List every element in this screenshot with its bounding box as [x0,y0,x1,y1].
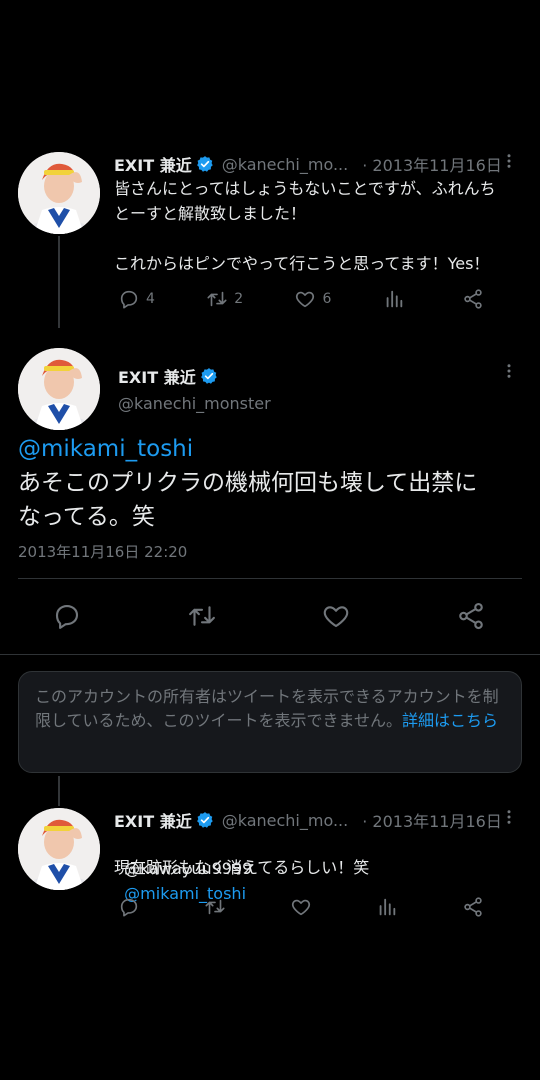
like-count: 6 [322,291,332,307]
tweet-date[interactable]: · 2013年11月16日 [362,808,502,832]
share-button[interactable] [462,896,490,918]
display-name[interactable]: EXIT 兼近 [114,152,192,176]
like-button[interactable]: 6 [294,288,331,310]
verified-icon [196,155,214,173]
share-icon [464,289,482,309]
handle[interactable]: @kanechi_monster [118,394,271,413]
handle[interactable]: @kanechi_mo... [222,155,349,174]
divider [0,654,540,655]
main-tweet-actions [52,601,486,631]
tweet-actions: 4 2 6 [118,288,490,310]
share-icon [459,602,483,630]
share-button[interactable] [456,601,486,631]
analytics-icon [386,290,402,308]
retweet-button[interactable] [204,896,232,918]
retweet-icon [205,899,225,915]
mention-link[interactable]: @mikami_toshi [18,432,193,466]
like-button[interactable] [321,601,351,631]
heart-icon [291,899,311,916]
share-icon [464,897,482,917]
main-tweet-text: あそこのプリクラの機械何回も壊して出禁に なってる。笑 [18,470,478,530]
retweet-count: 2 [234,291,244,307]
tweet-date[interactable]: · 2013年11月16日 [362,152,502,176]
learn-more-link[interactable]: 詳細はこちら [402,711,498,730]
tweet-text: 現在跡形もなく消えてるらしい！笑 [114,858,370,877]
heart-icon [296,291,315,308]
retweet-button[interactable]: 2 [206,288,243,310]
tweet-header: EXIT 兼近 @kanechi_mo... · 2013年11月16日 [114,152,502,176]
avatar[interactable] [18,808,100,890]
views-button[interactable] [383,288,411,310]
share-button[interactable] [462,288,490,310]
display-name[interactable]: EXIT 兼近 [118,364,196,388]
thread-line [58,236,60,328]
main-tweet-header: EXIT 兼近 [118,364,218,388]
thread-line [58,776,60,806]
verified-icon [196,811,214,829]
reply-icon [120,898,138,917]
reply-button[interactable]: 4 [118,288,155,310]
retweet-button[interactable] [187,601,217,631]
reply-button[interactable] [118,896,146,918]
avatar[interactable] [18,348,100,430]
reply-button[interactable] [52,601,82,631]
like-button[interactable] [290,896,318,918]
more-options-icon[interactable] [500,362,518,380]
handle[interactable]: @kanechi_mo... [222,811,349,830]
retweet-icon [188,606,215,626]
avatar[interactable] [18,152,100,234]
tweet-header: EXIT 兼近 @kanechi_mo... · 2013年11月16日 [114,808,502,832]
reply-count: 4 [146,291,155,307]
reply-icon [120,290,138,309]
tweet-timestamp[interactable]: 2013年11月16日 22:20 [18,541,187,562]
tweet-actions [118,896,490,918]
display-name[interactable]: EXIT 兼近 [114,808,192,832]
views-button[interactable] [376,896,404,918]
tweet-text: 皆さんにとってはしょうもないことですが、ふれんち とーすと解散致しました！ これ… [114,179,496,273]
protected-tweet-notice: このアカウントの所有者はツイートを表示できるアカウントを制限しているため、このツ… [18,671,522,773]
divider [18,578,522,579]
more-options-icon[interactable] [500,152,518,170]
more-options-icon[interactable] [500,808,518,826]
analytics-icon [379,898,396,916]
reply-icon [55,604,79,629]
verified-icon [200,367,218,385]
heart-icon [324,606,349,628]
retweet-icon [207,291,227,307]
